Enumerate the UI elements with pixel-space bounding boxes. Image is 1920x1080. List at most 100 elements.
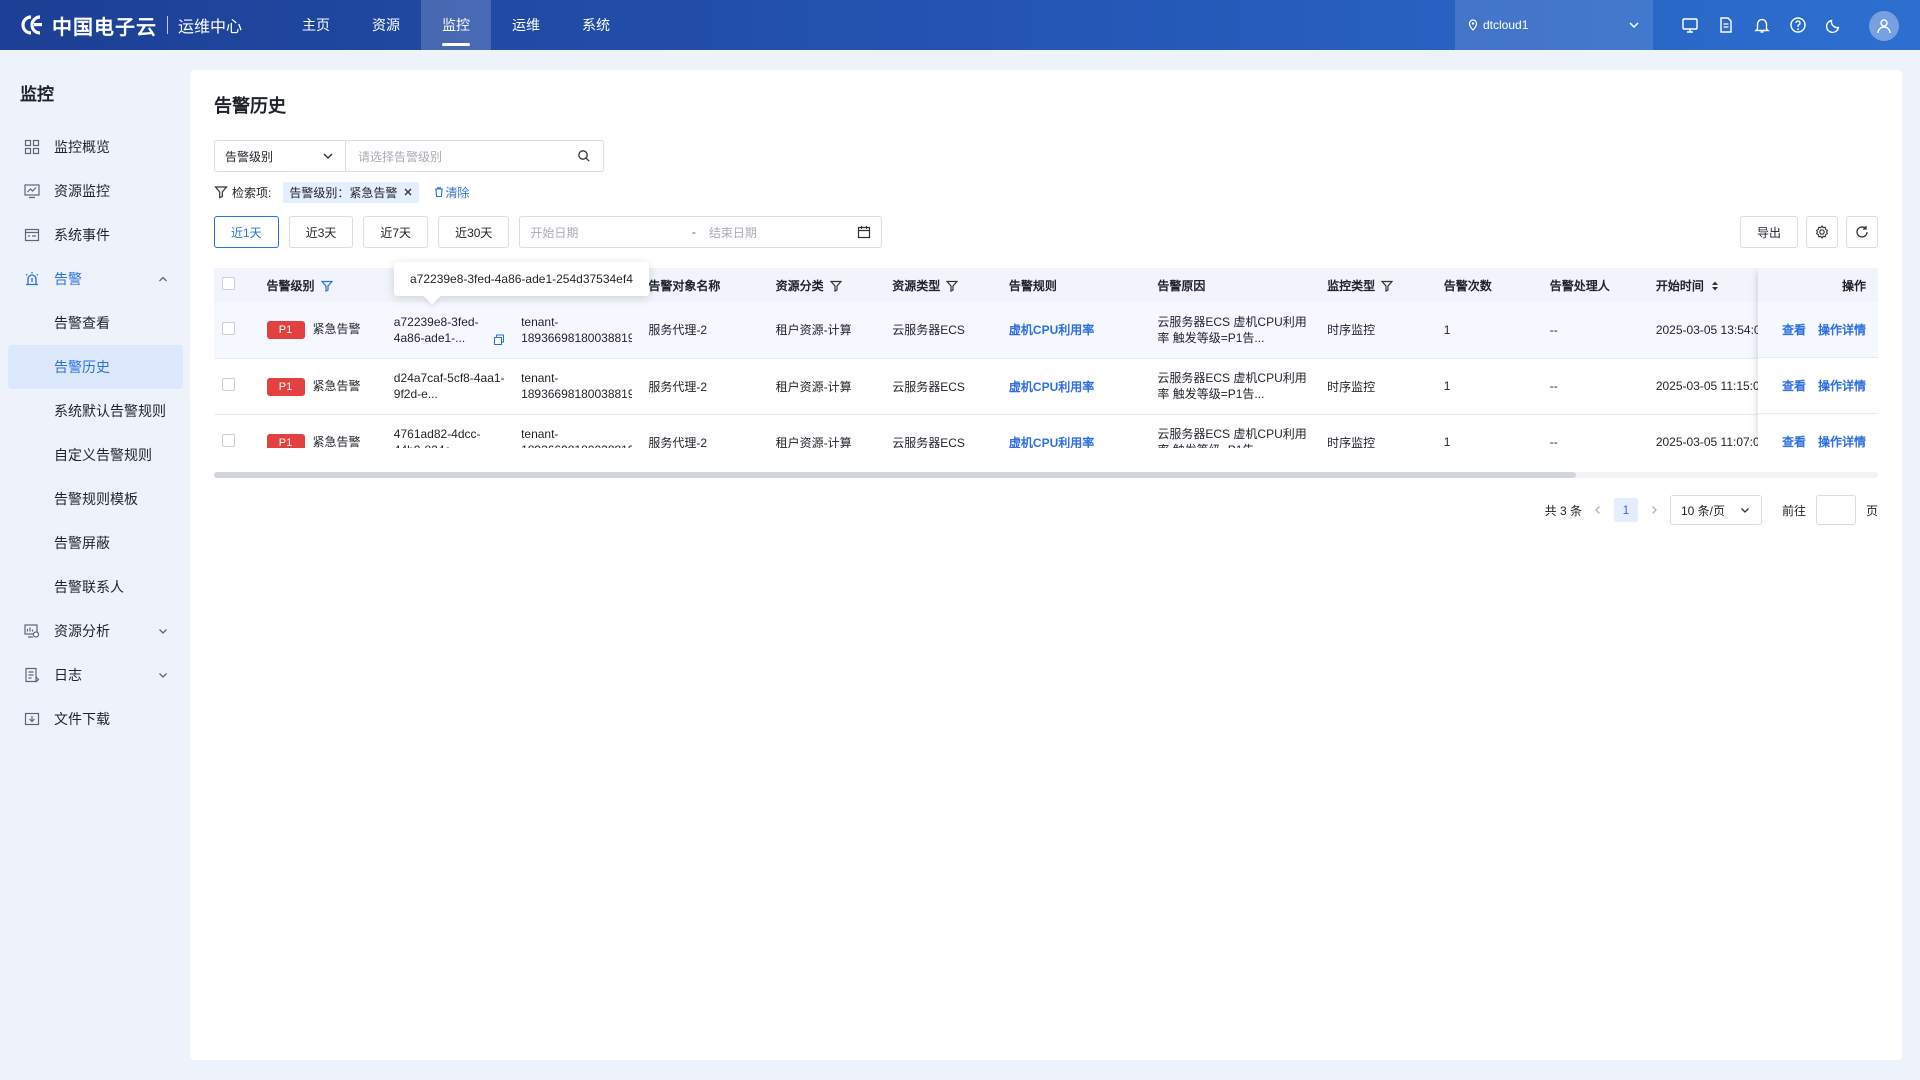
sidebar-item-label: 监控概览 [54,139,110,155]
download-icon [22,709,42,729]
user-avatar[interactable] [1869,11,1899,41]
sidebar-item-logs[interactable]: 日志 [8,653,183,697]
monitor-chart-icon [22,181,42,201]
sidebar-item-alarm-view[interactable]: 告警查看 [8,301,183,345]
sidebar-item-system-events[interactable]: 系统事件 [8,213,183,257]
nav-monitor[interactable]: 监控 [421,0,491,50]
table-row[interactable]: P1 紧急告警 d24a7caf-5cf8-4aa1-9f2d-e... tena… [214,358,1878,415]
table-row[interactable]: P1 紧急告警 4761ad82-4dcc-44b9-824c... tenant… [214,414,1878,448]
page-size-select[interactable]: 10 条/页 [1669,495,1762,525]
table-row[interactable]: P1 紧急告警 a72239e8-3fed-4a86-ade1-... tenan… [214,302,1878,359]
range-7d-button[interactable]: 近7天 [363,216,429,248]
res-cat-text: 租户资源-计算 [767,302,885,359]
sidebar-item-default-rules[interactable]: 系统默认告警规则 [8,389,183,433]
header-count-label: 告警次数 [1443,278,1492,293]
copy-icon[interactable] [493,334,505,346]
res-type-text: 云服务器ECS [884,358,1001,415]
rule-link[interactable]: 虚机CPU利用率 [1009,323,1094,337]
help-icon[interactable] [1786,13,1810,37]
page-title: 告警历史 [214,96,286,116]
row-checkbox[interactable] [222,321,235,335]
obj-id-tooltip: a72239e8-3fed-4a86-ade1-254d37534ef4 [394,262,649,296]
nav-ops[interactable]: 运维 [491,0,561,50]
sidebar-item-label: 资源分析 [54,623,110,639]
sort-icon[interactable] [1710,280,1720,292]
page-number[interactable]: 1 [1613,498,1638,522]
filter-value-input[interactable]: 请选择告警级别 [346,141,603,171]
scrollbar-thumb[interactable] [214,472,1576,478]
detail-link[interactable]: 操作详情 [1818,433,1866,448]
chevron-up-icon [159,276,167,282]
clear-conditions-button[interactable]: 清除 [433,184,469,201]
search-icon[interactable] [577,149,591,163]
conditions-label: 检索项: [232,185,272,200]
condition-tag: 告警级别：紧急告警 [283,181,420,203]
detail-link[interactable]: 操作详情 [1818,321,1866,338]
search-conditions: 检索项: 告警级别：紧急告警 清除 [214,181,469,203]
filter-icon[interactable] [829,280,842,293]
operations-column: 操作 查看 操作详情 查看 操作详情 查看 操作详情 [1758,268,1878,448]
trash-icon [435,187,444,198]
rule-link[interactable]: 虚机CPU利用率 [1009,436,1094,449]
goto-label: 前往 [1781,503,1806,518]
goto-page-input[interactable] [1815,495,1856,525]
reason-text: 云服务器ECS 虚机CPU利用率 触发等级=P1告... [1157,314,1307,345]
time-range-toolbar: 近1天 近3天 近7天 近30天 开始日期 - 结束日期 [214,216,883,248]
rule-link[interactable]: 虚机CPU利用率 [1009,380,1094,394]
sidebar-item-alarm-contacts[interactable]: 告警联系人 [8,565,183,609]
sidebar-item-alarm-mute[interactable]: 告警屏蔽 [8,521,183,565]
close-icon[interactable] [403,187,413,197]
filter-field-select[interactable]: 告警级别 [215,141,346,171]
bell-icon[interactable] [1750,13,1774,37]
prev-page-icon[interactable] [1592,504,1604,516]
refresh-icon [1856,226,1868,238]
refresh-button[interactable] [1846,216,1878,248]
sidebar-item-resource-monitor[interactable]: 资源监控 [8,169,183,213]
filter-icon[interactable] [320,280,333,293]
moon-icon[interactable] [1822,13,1846,37]
sidebar-item-alarm[interactable]: 告警 [8,257,183,301]
sidebar-item-rule-templates[interactable]: 告警规则模板 [8,477,183,521]
sidebar-item-label: 告警 [54,271,82,287]
sidebar-item-alarm-history[interactable]: 告警历史 [8,345,183,389]
sidebar-item-resource-analysis[interactable]: 资源分析 [8,609,183,653]
start-date-input[interactable]: 开始日期 [530,224,679,241]
brand-name: 中国电子云 [52,16,157,39]
horizontal-scrollbar[interactable] [214,472,1878,478]
handler-text: -- [1541,302,1648,359]
sidebar-item-file-download[interactable]: 文件下载 [8,697,183,741]
sidebar-item-custom-rules[interactable]: 自定义告警规则 [8,433,183,477]
next-page-icon[interactable] [1648,504,1660,516]
range-3d-button[interactable]: 近3天 [288,216,354,248]
filter-icon[interactable] [1381,280,1394,293]
mon-type-text: 时序监控 [1319,358,1436,415]
screen-icon[interactable] [1678,13,1702,37]
row-checkbox[interactable] [222,434,235,447]
nav-system[interactable]: 系统 [561,0,631,50]
date-range-picker[interactable]: 开始日期 - 结束日期 [519,216,883,248]
nav-home[interactable]: 主页 [281,0,351,50]
priority-badge: P1 [266,321,305,340]
main-panel: 告警历史 告警级别 请选择告警级别 检索项: 告警级别：紧急告警 清除 近1天 … [190,70,1902,1060]
range-1d-button[interactable]: 近1天 [214,216,279,248]
range-30d-button[interactable]: 近30天 [438,216,510,248]
settings-button[interactable] [1806,216,1838,248]
logo[interactable]: 中国电子云 运维中心 [20,12,242,39]
res-cat-text: 租户资源-计算 [767,414,885,448]
header-res-cat-label: 资源分类 [775,278,824,293]
view-link[interactable]: 查看 [1782,377,1806,394]
sidebar-item-overview[interactable]: 监控概览 [8,125,183,169]
document-icon[interactable] [1714,13,1738,37]
row-checkbox[interactable] [222,378,235,391]
tenant-selector[interactable]: dtcloud1 [1455,0,1653,50]
select-all-checkbox[interactable] [222,277,235,290]
detail-link[interactable]: 操作详情 [1818,377,1866,394]
header-res-type-label: 资源类型 [892,278,941,293]
tenant-text: tenant-1893669818003881990_... [521,314,632,345]
nav-resource[interactable]: 资源 [351,0,421,50]
view-link[interactable]: 查看 [1782,321,1806,338]
end-date-input[interactable]: 结束日期 [709,224,858,241]
view-link[interactable]: 查看 [1782,433,1806,448]
export-button[interactable]: 导出 [1739,216,1798,248]
filter-icon[interactable] [946,280,959,293]
